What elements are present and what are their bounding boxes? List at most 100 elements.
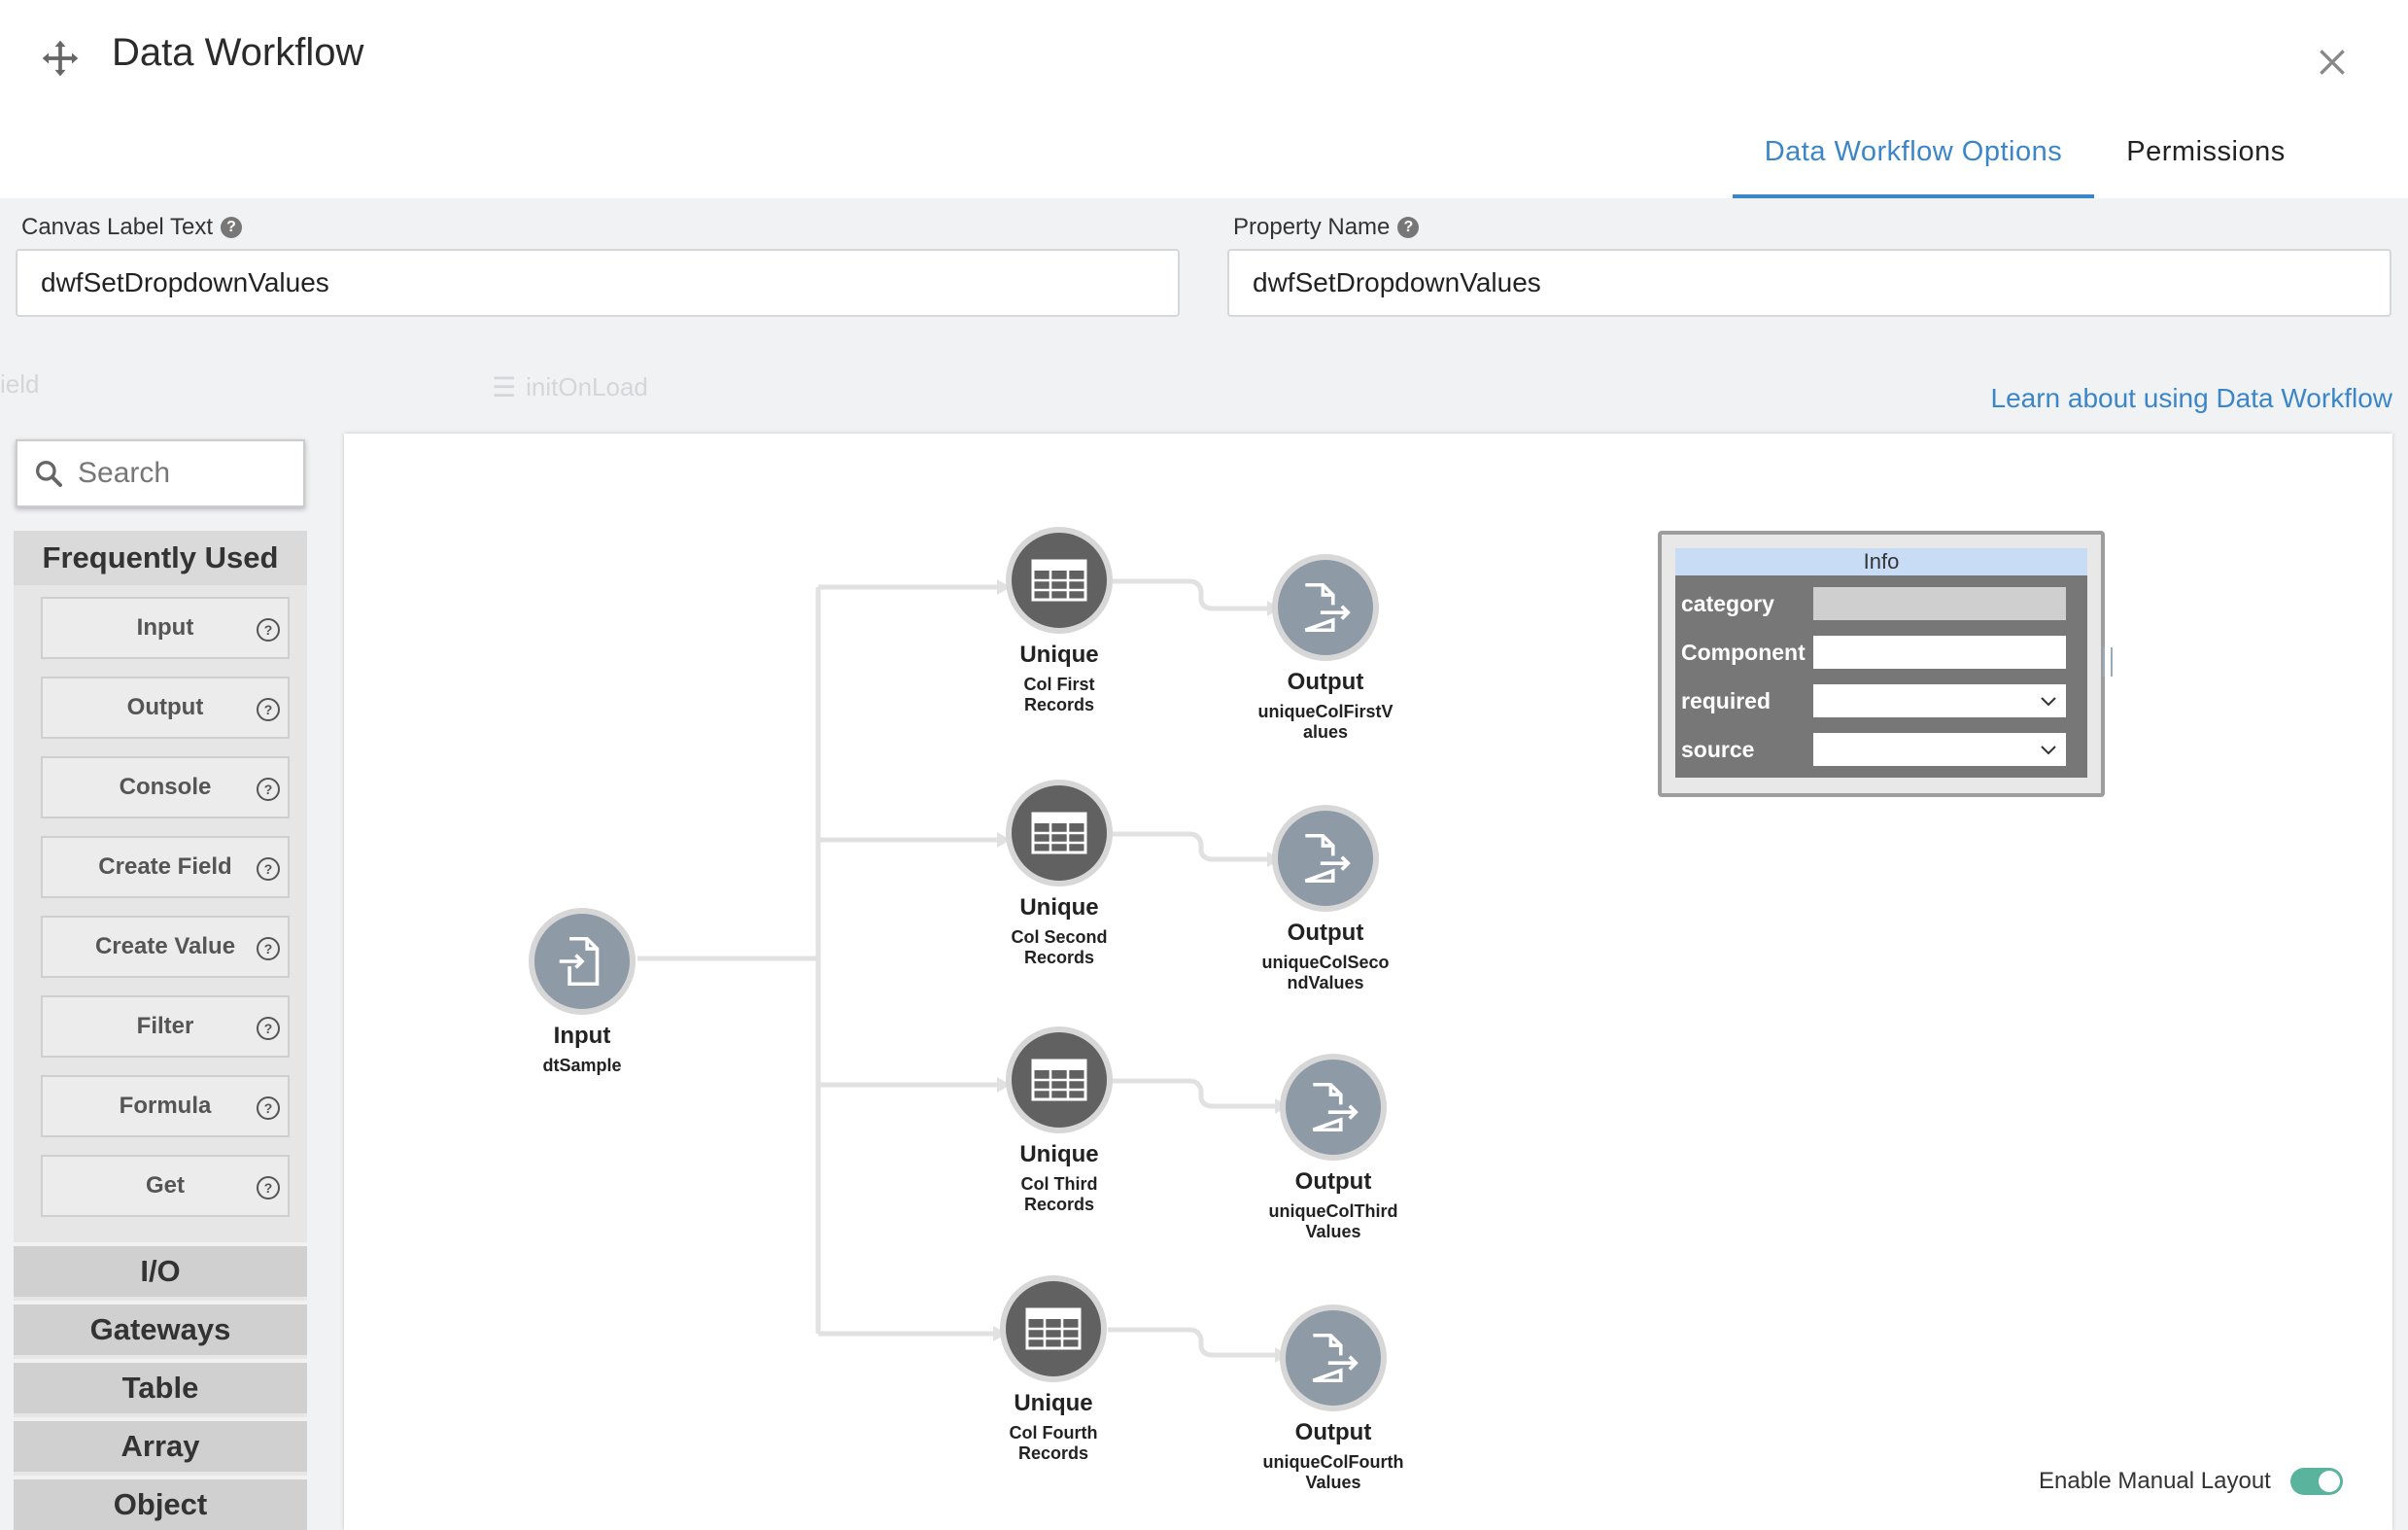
node-output-circle[interactable] (1280, 1304, 1387, 1411)
node-unique-circle[interactable] (1006, 527, 1113, 634)
background-ghost-field-label: ield (0, 369, 40, 399)
node-subtitle: uniqueColFourthValues (1262, 1452, 1404, 1492)
dialog-header: Data Workflow Data Workflow Options Perm… (0, 0, 2408, 198)
tab-data-workflow-options[interactable]: Data Workflow Options (1733, 136, 2094, 198)
help-icon[interactable]: ? (221, 217, 243, 238)
chevron-down-icon (2041, 746, 2056, 755)
help-icon[interactable]: ? (1397, 217, 1420, 238)
node-output-circle[interactable] (1272, 805, 1379, 912)
node-subtitle: Col Fourth Records (1009, 1423, 1098, 1463)
node-title: Output (1287, 669, 1364, 695)
workflow-canvas[interactable]: Input dtSample Unique Col First Records … (344, 434, 2392, 1530)
node-subtitle: uniqueColThirdValues (1268, 1201, 1398, 1241)
palette-item-create-value[interactable]: Create Value? (41, 916, 290, 978)
section-frequently-used[interactable]: Frequently Used (14, 531, 307, 585)
learn-about-data-workflow-link[interactable]: Learn about using Data Workflow (1973, 383, 2393, 414)
info-row-required: required (1681, 677, 2081, 725)
search-input[interactable] (78, 457, 292, 490)
help-icon[interactable]: ? (257, 857, 280, 881)
output-icon (1304, 582, 1351, 633)
palette-item-console[interactable]: Console? (41, 756, 290, 818)
section-io[interactable]: I/O (14, 1242, 307, 1297)
table-icon (1031, 812, 1087, 854)
component-input[interactable] (1813, 636, 2066, 669)
node-output-circle[interactable] (1272, 554, 1379, 661)
node-subtitle: uniqueColSecondValues (1261, 953, 1390, 992)
input-icon (559, 936, 600, 987)
info-label: required (1681, 687, 1772, 713)
node-subtitle: uniqueColFirstValues (1257, 702, 1393, 742)
palette-item-get[interactable]: Get? (41, 1155, 290, 1217)
node-title: Output (1294, 1419, 1372, 1445)
node-title: Unique (1014, 1390, 1093, 1416)
canvas-label-text-label: Canvas Label Text ? (21, 214, 243, 241)
node-unique-first[interactable]: Unique Col First Records (952, 527, 1166, 715)
info-panel-title: Info (1675, 548, 2087, 575)
output-icon (1304, 833, 1351, 884)
info-row-category: category (1681, 579, 2081, 628)
section-gateways[interactable]: Gateways (14, 1301, 307, 1355)
info-panel-resize-handle[interactable] (2103, 647, 2113, 677)
node-output-fourth[interactable]: Output uniqueColFourthValues (1226, 1304, 1440, 1493)
move-icon[interactable] (39, 37, 82, 80)
canvas-label-text-input[interactable]: dwfSetDropdownValues (16, 249, 1180, 317)
info-label: Component (1681, 639, 1806, 665)
source-select[interactable] (1813, 733, 2066, 766)
palette-item-filter[interactable]: Filter? (41, 995, 290, 1058)
manual-layout-control: Enable Manual Layout (2039, 1468, 2343, 1495)
table-icon (1025, 1307, 1082, 1350)
palette-item-output[interactable]: Output? (41, 677, 290, 739)
help-icon[interactable]: ? (257, 618, 280, 642)
node-output-first[interactable]: Output uniqueColFirstValues (1219, 554, 1432, 743)
required-select[interactable] (1813, 684, 2066, 717)
manual-layout-toggle[interactable] (2289, 1468, 2343, 1495)
palette-search[interactable] (16, 439, 305, 507)
background-ghost-event: ☰ initOnLoad (492, 371, 648, 403)
help-icon[interactable]: ? (257, 1176, 280, 1200)
help-icon[interactable]: ? (257, 937, 280, 960)
table-icon (1031, 1059, 1087, 1101)
palette-item-label: Create Value (94, 933, 236, 959)
dialog-title: Data Workflow (112, 31, 364, 74)
info-panel: Info category Component required source (1658, 531, 2113, 797)
help-icon[interactable]: ? (257, 1017, 280, 1040)
palette-item-label: Output (126, 694, 204, 720)
palette-item-create-field[interactable]: Create Field? (41, 836, 290, 898)
section-object[interactable]: Object (14, 1476, 307, 1530)
section-array[interactable]: Array (14, 1417, 307, 1472)
background-ghost-event-label: initOnLoad (526, 372, 648, 401)
palette-item-formula[interactable]: Formula? (41, 1075, 290, 1137)
help-icon[interactable]: ? (257, 1096, 280, 1120)
help-icon[interactable]: ? (257, 778, 280, 801)
node-output-third[interactable]: Output uniqueColThirdValues (1226, 1054, 1440, 1242)
node-unique-second[interactable]: Unique Col Second Records (952, 780, 1166, 968)
category-value (1813, 587, 2066, 620)
node-unique-third[interactable]: Unique Col Third Records (952, 1026, 1166, 1215)
close-icon[interactable] (2313, 43, 2352, 82)
palette-item-label: Input (136, 614, 194, 641)
palette-item-label: Formula (119, 1093, 212, 1119)
manual-layout-label: Enable Manual Layout (2039, 1468, 2271, 1494)
palette-item-label: Create Field (98, 853, 232, 880)
palette-item-label: Filter (136, 1013, 194, 1039)
node-output-second[interactable]: Output uniqueColSecondValues (1219, 805, 1432, 993)
node-unique-circle[interactable] (1006, 780, 1113, 887)
node-unique-fourth[interactable]: Unique Col Fourth Records (946, 1275, 1160, 1464)
help-icon[interactable]: ? (257, 698, 280, 721)
property-name-label: Property Name ? (1233, 214, 1420, 241)
node-unique-circle[interactable] (1006, 1026, 1113, 1133)
node-input-circle[interactable] (529, 908, 636, 1015)
chevron-down-icon (2041, 697, 2056, 707)
node-title: Unique (1019, 642, 1099, 668)
node-input[interactable]: Input dtSample (475, 908, 689, 1076)
info-label: category (1681, 590, 1774, 616)
section-table[interactable]: Table (14, 1359, 307, 1413)
node-subtitle: Col Third Records (1020, 1174, 1098, 1214)
property-name-input[interactable]: dwfSetDropdownValues (1227, 249, 2391, 317)
tab-permissions[interactable]: Permissions (2099, 136, 2313, 168)
node-output-circle[interactable] (1280, 1054, 1387, 1161)
palette-item-input[interactable]: Input? (41, 597, 290, 659)
node-unique-circle[interactable] (1000, 1275, 1107, 1382)
node-title: Unique (1019, 894, 1099, 921)
node-subtitle: dtSample (542, 1056, 622, 1075)
